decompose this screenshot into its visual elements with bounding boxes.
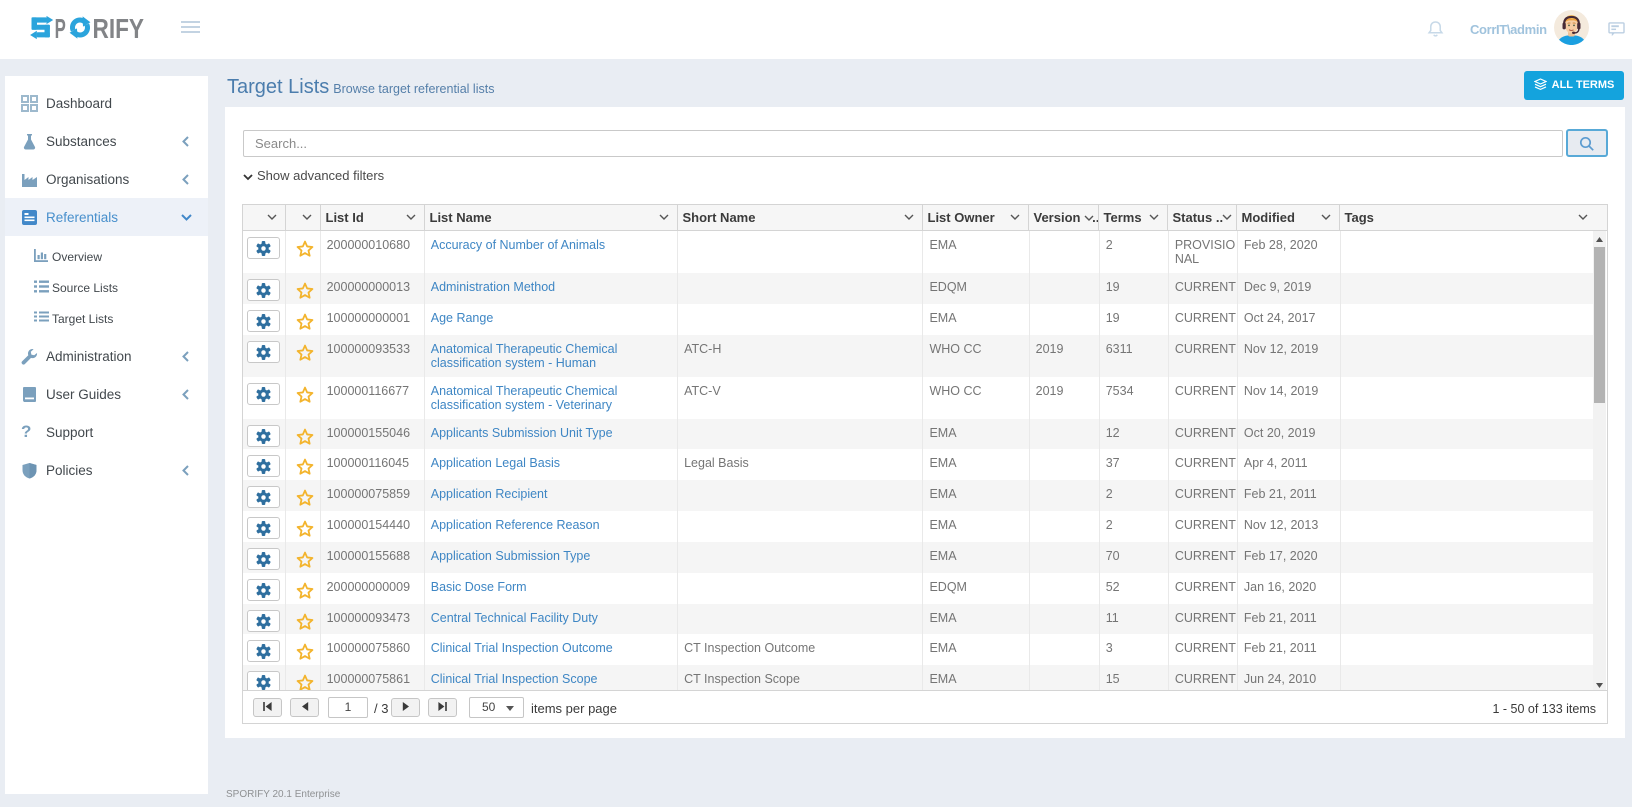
svg-text:RIFY: RIFY [93, 13, 145, 44]
svg-text:P: P [55, 13, 66, 44]
